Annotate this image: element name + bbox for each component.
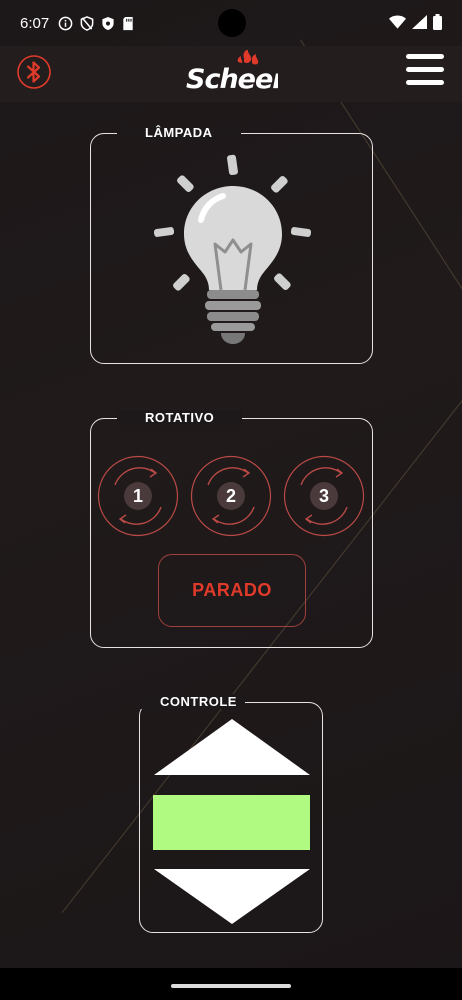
lampada-panel: LÂMPADA: [90, 125, 373, 364]
shield-icon: [80, 15, 94, 31]
rotativo-button-label: 2: [225, 485, 236, 506]
rotativo-button-2[interactable]: 2: [190, 455, 272, 537]
bluetooth-button[interactable]: [16, 54, 52, 90]
up-button[interactable]: [154, 719, 310, 777]
menu-button[interactable]: [406, 54, 444, 90]
light-bulb-icon: [153, 154, 312, 344]
front-camera: [218, 9, 246, 37]
rotativo-button-label: 1: [132, 485, 143, 506]
down-button[interactable]: [154, 869, 310, 925]
bluetooth-icon: [17, 55, 51, 89]
app-bar: Scheer: [0, 46, 462, 102]
logo-text: Scheer: [186, 64, 278, 95]
home-gesture-handle[interactable]: [171, 984, 291, 988]
battery-icon: [433, 14, 442, 30]
parado-button[interactable]: PARADO: [158, 554, 306, 627]
status-icons-left: [58, 15, 134, 31]
level-indicator: [153, 795, 310, 850]
lampada-toggle-button[interactable]: [149, 152, 317, 346]
rotativo-panel: ROTATIVO 1 2 3 PARADO: [90, 410, 373, 648]
wifi-icon: [389, 15, 406, 29]
scheer-logo: Scheer: [186, 49, 288, 98]
rotativo-button-3[interactable]: 3: [283, 455, 365, 537]
rotativo-button-label: 3: [318, 485, 329, 506]
system-nav-bar: [0, 968, 462, 1000]
sd-card-icon: [123, 16, 133, 30]
status-time: 6:07: [20, 14, 50, 32]
shield-filled-icon: [102, 16, 114, 30]
controle-panel: CONTROLE: [139, 694, 323, 933]
status-bar: 6:07: [0, 0, 462, 46]
signal-icon: [412, 15, 427, 29]
controle-title: CONTROLE: [140, 694, 245, 709]
triangle-up-icon: [154, 719, 310, 775]
rotativo-button-1[interactable]: 1: [97, 455, 179, 537]
hamburger-menu-icon: [406, 54, 444, 59]
status-icons-right: [389, 14, 442, 30]
lampada-title: LÂMPADA: [117, 125, 241, 140]
rotativo-title: ROTATIVO: [117, 410, 243, 425]
triangle-down-icon: [154, 869, 310, 924]
info-icon: [58, 16, 73, 30]
